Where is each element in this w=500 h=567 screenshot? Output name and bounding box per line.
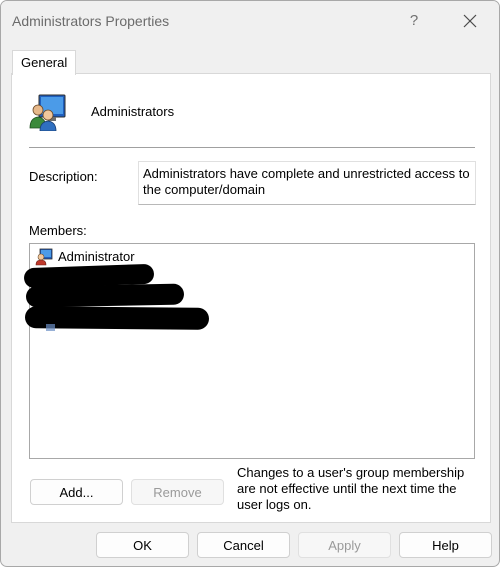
description-label: Description: <box>29 169 98 184</box>
title-bar[interactable]: Administrators Properties ? <box>1 1 499 41</box>
cancel-button[interactable]: Cancel <box>197 532 290 558</box>
description-field[interactable]: Administrators have complete and unrestr… <box>138 161 476 205</box>
user-icon <box>35 248 53 266</box>
remove-member-button[interactable]: Remove <box>131 479 224 505</box>
description-value: Administrators have complete and unrestr… <box>143 166 470 197</box>
divider <box>29 147 475 148</box>
membership-note: Changes to a user's group membership are… <box>237 465 465 512</box>
close-icon <box>463 14 477 28</box>
apply-button[interactable]: Apply <box>298 532 391 558</box>
member-name: Administrator <box>58 249 135 264</box>
user-group-icon <box>29 91 69 132</box>
help-button[interactable]: Help <box>399 532 492 558</box>
tab-general[interactable]: General <box>12 50 76 75</box>
members-label: Members: <box>29 223 87 238</box>
help-title-button[interactable]: ? <box>399 5 429 37</box>
close-button[interactable] <box>453 7 487 35</box>
general-panel: Administrators Description: Administrato… <box>11 73 491 523</box>
members-list[interactable]: Administrator <box>23 243 475 459</box>
tab-general-label: General <box>21 55 68 70</box>
properties-dialog: Administrators Properties ? General Admi… <box>0 0 500 567</box>
redaction-mark <box>25 283 185 308</box>
window-title: Administrators Properties <box>12 13 170 29</box>
add-member-button[interactable]: Add... <box>30 479 123 505</box>
group-name: Administrators <box>91 104 175 119</box>
user-icon <box>44 318 58 332</box>
ok-button[interactable]: OK <box>96 532 189 558</box>
